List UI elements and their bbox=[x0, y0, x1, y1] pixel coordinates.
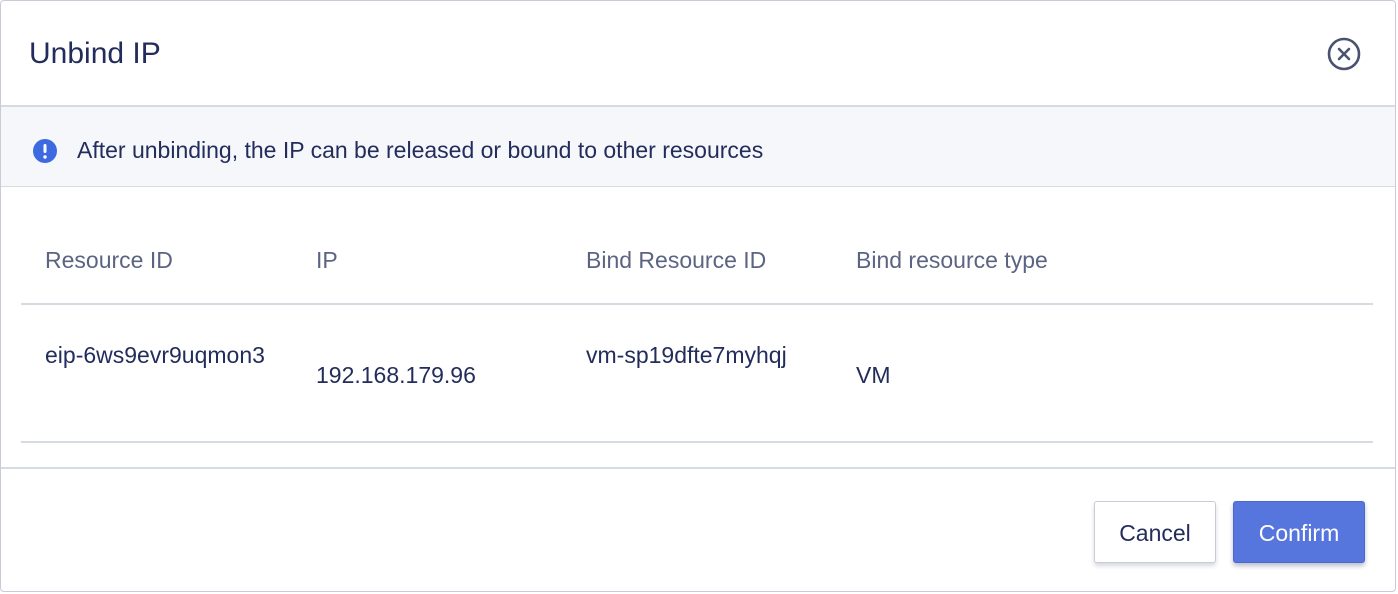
cancel-button[interactable]: Cancel bbox=[1094, 501, 1216, 563]
column-header-bind-resource-type: Bind resource type bbox=[856, 247, 1048, 273]
cell-resource-id: eip-6ws9evr9uqmon3 bbox=[45, 342, 265, 368]
table-header: Resource ID IP Bind Resource ID Bind res… bbox=[21, 221, 1373, 305]
confirm-button[interactable]: Confirm bbox=[1233, 501, 1365, 563]
unbind-ip-dialog: Unbind IP After unbinding, the IP can be… bbox=[0, 0, 1396, 592]
cell-bind-resource-id: vm-sp19dfte7myhqj bbox=[586, 342, 787, 368]
info-icon bbox=[33, 139, 57, 163]
column-header-resource-id: Resource ID bbox=[45, 247, 173, 273]
close-circle-icon bbox=[1327, 37, 1361, 71]
close-button[interactable] bbox=[1327, 37, 1361, 71]
info-alert: After unbinding, the IP can be released … bbox=[1, 107, 1395, 187]
dialog-header: Unbind IP bbox=[1, 1, 1395, 107]
cell-bind-resource-type: VM bbox=[856, 362, 891, 388]
cell-ip: 192.168.179.96 bbox=[316, 362, 476, 388]
column-header-ip: IP bbox=[316, 247, 338, 273]
dialog-footer: Cancel Confirm bbox=[1, 467, 1395, 591]
table-row: eip-6ws9evr9uqmon3 192.168.179.96 vm-sp1… bbox=[21, 305, 1373, 443]
column-header-bind-resource-id: Bind Resource ID bbox=[586, 247, 767, 273]
dialog-title: Unbind IP bbox=[29, 37, 161, 70]
alert-message: After unbinding, the IP can be released … bbox=[77, 137, 764, 163]
resource-table: Resource ID IP Bind Resource ID Bind res… bbox=[21, 221, 1373, 443]
